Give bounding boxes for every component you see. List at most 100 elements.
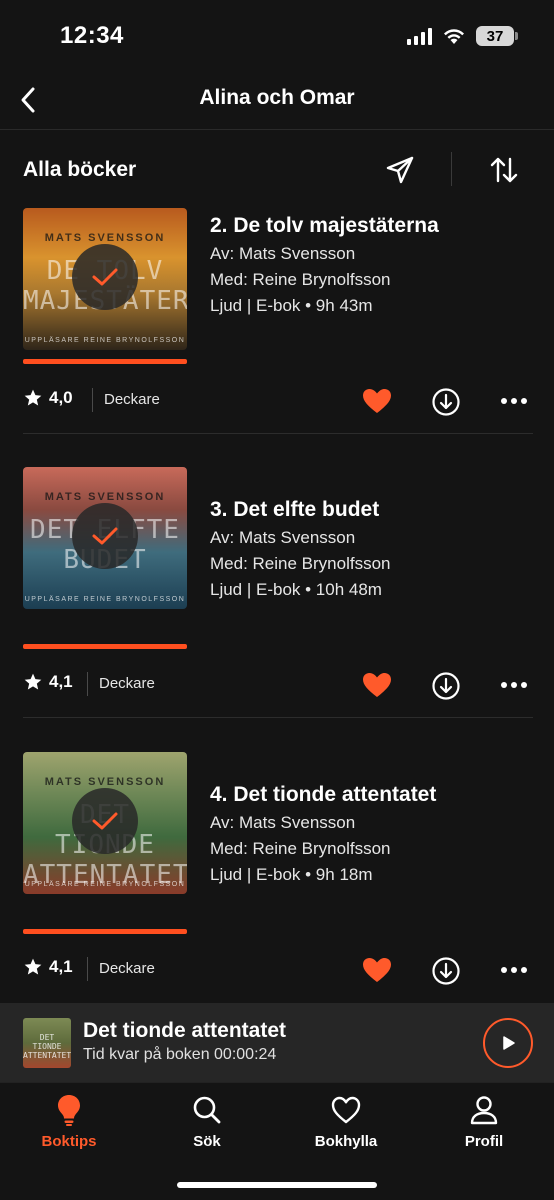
play-icon bbox=[503, 1036, 515, 1050]
tab-boktips[interactable]: Boktips bbox=[19, 1093, 119, 1157]
star-icon bbox=[24, 673, 42, 690]
genre-label[interactable]: Deckare bbox=[99, 675, 155, 692]
book-cover[interactable]: MATS SVENSSON DE TOLV MAJESTÄTERNA UPPLÄ… bbox=[23, 208, 187, 350]
book-title[interactable]: 3. Det elfte budet bbox=[210, 496, 540, 524]
more-options-button[interactable] bbox=[497, 955, 531, 985]
download-button[interactable] bbox=[430, 386, 462, 418]
book-actions: 4,1 Deckare bbox=[23, 668, 533, 702]
cover-author: MATS SVENSSON bbox=[44, 232, 166, 244]
book-cover[interactable]: MATS SVENSSON DET ELFTE BUDET UPPLÄSARE … bbox=[23, 467, 187, 609]
wifi-icon bbox=[444, 29, 464, 44]
status-icons: 37 bbox=[407, 26, 518, 46]
download-button[interactable] bbox=[430, 955, 462, 987]
book-narrator: Med: Reine Brynolfsson bbox=[210, 554, 391, 573]
book-title[interactable]: 4. Det tionde attentatet bbox=[210, 781, 540, 809]
download-icon bbox=[432, 388, 460, 416]
book-info: 4. Det tionde attentatet Av: Mats Svenss… bbox=[210, 781, 540, 888]
download-icon bbox=[432, 957, 460, 985]
section-title: Alla böcker bbox=[23, 158, 137, 181]
favorite-button[interactable] bbox=[361, 386, 393, 416]
tab-bar: Boktips Sök Bokhylla Profil bbox=[0, 1082, 554, 1200]
tab-label: Boktips bbox=[41, 1133, 97, 1150]
genre-label[interactable]: Deckare bbox=[99, 960, 155, 977]
battery-indicator: 37 bbox=[476, 26, 518, 46]
tab-label: Bokhylla bbox=[314, 1133, 378, 1150]
play-button[interactable] bbox=[483, 1018, 533, 1068]
checkmark-icon bbox=[92, 812, 118, 830]
book-format: Ljud | E-bok • 10h 48m bbox=[210, 580, 382, 599]
cover-author: MATS SVENSSON bbox=[44, 776, 166, 788]
rating: 4,1 bbox=[23, 957, 73, 977]
checkmark-icon bbox=[92, 527, 118, 545]
page-title: Alina och Omar bbox=[199, 86, 355, 109]
favorite-button[interactable] bbox=[361, 955, 393, 985]
status-time: 12:34 bbox=[60, 22, 124, 49]
book-actions: 4,1 Deckare bbox=[23, 953, 533, 987]
star-icon bbox=[24, 389, 42, 406]
download-icon bbox=[432, 672, 460, 700]
finished-badge bbox=[72, 244, 138, 310]
book-author: Av: Mats Svensson bbox=[210, 528, 356, 547]
genre-label[interactable]: Deckare bbox=[104, 391, 160, 408]
mini-player-time-left: Tid kvar på boken 00:00:24 bbox=[83, 1046, 277, 1063]
section-header: Alla böcker bbox=[0, 140, 554, 200]
sort-button[interactable] bbox=[484, 150, 524, 190]
sort-arrows-icon bbox=[490, 157, 518, 183]
more-options-button[interactable] bbox=[497, 670, 531, 700]
book-narrator: Med: Reine Brynolfsson bbox=[210, 839, 391, 858]
finished-badge bbox=[72, 503, 138, 569]
share-button[interactable] bbox=[380, 150, 420, 190]
cover-author: MATS SVENSSON bbox=[44, 491, 166, 503]
book-info: 3. Det elfte budet Av: Mats Svensson Med… bbox=[210, 496, 540, 603]
book-author: Av: Mats Svensson bbox=[210, 244, 356, 263]
rating-value: 4,1 bbox=[49, 672, 73, 691]
book-item[interactable]: MATS SVENSSON DET TIONDE ATTENTATET UPPL… bbox=[0, 752, 554, 1003]
header-divider bbox=[451, 152, 452, 186]
book-item[interactable]: MATS SVENSSON DE TOLV MAJESTÄTERNA UPPLÄ… bbox=[0, 208, 554, 493]
rating-value: 4,0 bbox=[49, 388, 73, 407]
status-bar: 12:34 37 bbox=[0, 0, 554, 70]
tab-label: Sök bbox=[193, 1133, 221, 1150]
nav-header: Alina och Omar bbox=[0, 70, 554, 130]
book-format: Ljud | E-bok • 9h 43m bbox=[210, 296, 373, 315]
heart-icon bbox=[329, 1093, 363, 1127]
book-narrator: Med: Reine Brynolfsson bbox=[210, 270, 391, 289]
rating-value: 4,1 bbox=[49, 957, 73, 976]
book-cover[interactable]: MATS SVENSSON DET TIONDE ATTENTATET UPPL… bbox=[23, 752, 187, 894]
mini-player-cover[interactable]: DET TIONDE ATTENTATET bbox=[23, 1018, 71, 1068]
mini-player-title[interactable]: Det tionde attentatet bbox=[83, 1019, 286, 1043]
star-icon bbox=[24, 958, 42, 975]
progress-bar bbox=[23, 644, 187, 649]
book-list: MATS SVENSSON DE TOLV MAJESTÄTERNA UPPLÄ… bbox=[0, 208, 554, 1003]
book-info: 2. De tolv majestäterna Av: Mats Svensso… bbox=[210, 212, 540, 319]
progress-bar bbox=[23, 929, 187, 934]
book-item[interactable]: MATS SVENSSON DET ELFTE BUDET UPPLÄSARE … bbox=[0, 467, 554, 752]
favorite-button[interactable] bbox=[361, 670, 393, 700]
rating-divider bbox=[87, 957, 88, 981]
finished-badge bbox=[72, 788, 138, 854]
download-button[interactable] bbox=[430, 670, 462, 702]
book-format: Ljud | E-bok • 9h 18m bbox=[210, 865, 373, 884]
tab-bokhylla[interactable]: Bokhylla bbox=[296, 1093, 396, 1157]
divider bbox=[23, 433, 533, 434]
checkmark-icon bbox=[92, 268, 118, 286]
tab-sok[interactable]: Sök bbox=[157, 1093, 257, 1157]
mini-cover-title: DET TIONDE ATTENTATET bbox=[23, 1033, 71, 1060]
book-title[interactable]: 2. De tolv majestäterna bbox=[210, 212, 540, 240]
divider bbox=[23, 717, 533, 718]
lightbulb-icon bbox=[52, 1093, 86, 1127]
book-author: Av: Mats Svensson bbox=[210, 813, 356, 832]
cover-narrator: UPPLÄSARE REINE BRYNOLFSSON bbox=[24, 337, 186, 344]
tab-label: Profil bbox=[464, 1133, 504, 1150]
mini-player[interactable]: DET TIONDE ATTENTATET Det tionde attenta… bbox=[0, 1003, 554, 1082]
cover-narrator: UPPLÄSARE REINE BRYNOLFSSON bbox=[24, 596, 186, 603]
rating-divider bbox=[92, 388, 93, 412]
rating: 4,0 bbox=[23, 388, 73, 408]
heart-filled-icon bbox=[363, 958, 391, 982]
heart-filled-icon bbox=[363, 673, 391, 697]
heart-filled-icon bbox=[363, 389, 391, 413]
more-options-button[interactable] bbox=[497, 386, 531, 416]
search-icon bbox=[190, 1093, 224, 1127]
tab-profil[interactable]: Profil bbox=[434, 1093, 534, 1157]
cellular-signal-icon bbox=[407, 27, 432, 45]
